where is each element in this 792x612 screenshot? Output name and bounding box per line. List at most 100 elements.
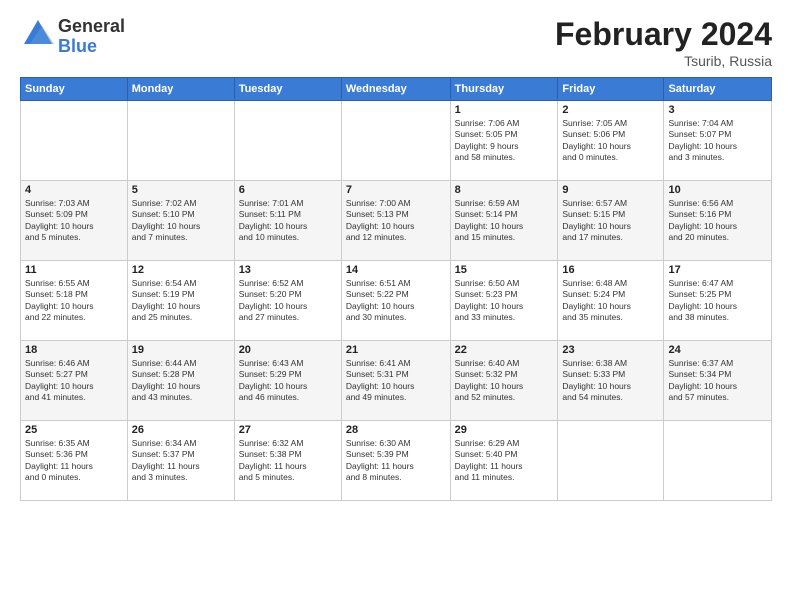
calendar-cell: 7 Sunrise: 7:00 AM Sunset: 5:13 PM Daylig… — [341, 181, 450, 261]
day-detail: Sunrise: 6:55 AM Sunset: 5:18 PM Dayligh… — [25, 278, 123, 324]
calendar-week-row: 1Sunrise: 7:06 AM Sunset: 5:05 PM Daylig… — [21, 101, 772, 181]
day-detail: Sunrise: 6:43 AM Sunset: 5:29 PM Dayligh… — [239, 358, 337, 404]
day-detail: Sunrise: 6:57 AM Sunset: 5:15 PM Dayligh… — [562, 198, 659, 244]
day-number: 6 — [239, 184, 337, 196]
title-location: Tsurib, Russia — [555, 53, 772, 69]
day-detail: Sunrise: 6:46 AM Sunset: 5:27 PM Dayligh… — [25, 358, 123, 404]
page: General Blue February 2024 Tsurib, Russi… — [0, 0, 792, 612]
day-number: 13 — [239, 264, 337, 276]
weekday-header: Monday — [127, 78, 234, 101]
calendar-cell: 2 Sunrise: 7:05 AM Sunset: 5:06 PM Daylig… — [558, 101, 664, 181]
calendar-cell — [341, 101, 450, 181]
day-detail: Sunrise: 6:52 AM Sunset: 5:20 PM Dayligh… — [239, 278, 337, 324]
header: General Blue February 2024 Tsurib, Russi… — [20, 16, 772, 69]
day-detail: Sunrise: 7:04 AM Sunset: 5:07 PM Dayligh… — [668, 118, 767, 164]
calendar-cell: 10Sunrise: 6:56 AM Sunset: 5:16 PM Dayli… — [664, 181, 772, 261]
weekday-header: Saturday — [664, 78, 772, 101]
day-number: 9 — [562, 184, 659, 196]
day-number: 26 — [132, 424, 230, 436]
day-number: 12 — [132, 264, 230, 276]
calendar: SundayMondayTuesdayWednesdayThursdayFrid… — [20, 77, 772, 501]
day-detail: Sunrise: 7:05 AM Sunset: 5:06 PM Dayligh… — [562, 118, 659, 164]
calendar-cell: 6 Sunrise: 7:01 AM Sunset: 5:11 PM Daylig… — [234, 181, 341, 261]
logo-icon — [20, 16, 56, 57]
day-detail: Sunrise: 7:02 AM Sunset: 5:10 PM Dayligh… — [132, 198, 230, 244]
day-number: 16 — [562, 264, 659, 276]
day-number: 2 — [562, 104, 659, 116]
title-section: February 2024 Tsurib, Russia — [555, 16, 772, 69]
day-number: 3 — [668, 104, 767, 116]
logo: General Blue — [20, 16, 125, 57]
calendar-cell — [234, 101, 341, 181]
day-number: 14 — [346, 264, 446, 276]
day-detail: Sunrise: 6:34 AM Sunset: 5:37 PM Dayligh… — [132, 438, 230, 484]
calendar-cell: 20 Sunrise: 6:43 AM Sunset: 5:29 PM Dayli… — [234, 341, 341, 421]
calendar-cell: 19Sunrise: 6:44 AM Sunset: 5:28 PM Dayli… — [127, 341, 234, 421]
day-number: 11 — [25, 264, 123, 276]
calendar-cell: 25 Sunrise: 6:35 AM Sunset: 5:36 PM Dayli… — [21, 421, 128, 501]
calendar-cell: 21Sunrise: 6:41 AM Sunset: 5:31 PM Dayli… — [341, 341, 450, 421]
calendar-cell: 12 Sunrise: 6:54 AM Sunset: 5:19 PM Dayli… — [127, 261, 234, 341]
calendar-cell: 11 Sunrise: 6:55 AM Sunset: 5:18 PM Dayli… — [21, 261, 128, 341]
day-detail: Sunrise: 6:29 AM Sunset: 5:40 PM Dayligh… — [455, 438, 554, 484]
day-detail: Sunrise: 6:32 AM Sunset: 5:38 PM Dayligh… — [239, 438, 337, 484]
day-detail: Sunrise: 6:51 AM Sunset: 5:22 PM Dayligh… — [346, 278, 446, 324]
calendar-week-row: 25 Sunrise: 6:35 AM Sunset: 5:36 PM Dayli… — [21, 421, 772, 501]
calendar-cell: 27Sunrise: 6:32 AM Sunset: 5:38 PM Dayli… — [234, 421, 341, 501]
calendar-cell: 4Sunrise: 7:03 AM Sunset: 5:09 PM Daylig… — [21, 181, 128, 261]
logo-general: General — [58, 17, 125, 37]
calendar-cell: 24 Sunrise: 6:37 AM Sunset: 5:34 PM Dayli… — [664, 341, 772, 421]
weekday-header: Wednesday — [341, 78, 450, 101]
day-detail: Sunrise: 6:56 AM Sunset: 5:16 PM Dayligh… — [668, 198, 767, 244]
calendar-cell: 3 Sunrise: 7:04 AM Sunset: 5:07 PM Daylig… — [664, 101, 772, 181]
day-number: 23 — [562, 344, 659, 356]
calendar-cell: 23 Sunrise: 6:38 AM Sunset: 5:33 PM Dayli… — [558, 341, 664, 421]
weekday-header: Tuesday — [234, 78, 341, 101]
day-number: 21 — [346, 344, 446, 356]
day-number: 4 — [25, 184, 123, 196]
day-detail: Sunrise: 6:47 AM Sunset: 5:25 PM Dayligh… — [668, 278, 767, 324]
day-detail: Sunrise: 6:35 AM Sunset: 5:36 PM Dayligh… — [25, 438, 123, 484]
day-detail: Sunrise: 6:59 AM Sunset: 5:14 PM Dayligh… — [455, 198, 554, 244]
calendar-cell: 16 Sunrise: 6:48 AM Sunset: 5:24 PM Dayli… — [558, 261, 664, 341]
calendar-cell — [664, 421, 772, 501]
calendar-cell: 1Sunrise: 7:06 AM Sunset: 5:05 PM Daylig… — [450, 101, 558, 181]
calendar-cell: 13 Sunrise: 6:52 AM Sunset: 5:20 PM Dayli… — [234, 261, 341, 341]
calendar-cell — [558, 421, 664, 501]
calendar-cell: 9 Sunrise: 6:57 AM Sunset: 5:15 PM Daylig… — [558, 181, 664, 261]
day-number: 7 — [346, 184, 446, 196]
logo-blue: Blue — [58, 37, 125, 57]
day-detail: Sunrise: 6:50 AM Sunset: 5:23 PM Dayligh… — [455, 278, 554, 324]
day-number: 17 — [668, 264, 767, 276]
calendar-week-row: 11 Sunrise: 6:55 AM Sunset: 5:18 PM Dayli… — [21, 261, 772, 341]
logo-text: General Blue — [58, 17, 125, 57]
day-number: 28 — [346, 424, 446, 436]
day-detail: Sunrise: 6:30 AM Sunset: 5:39 PM Dayligh… — [346, 438, 446, 484]
calendar-cell: 5 Sunrise: 7:02 AM Sunset: 5:10 PM Daylig… — [127, 181, 234, 261]
calendar-cell: 17 Sunrise: 6:47 AM Sunset: 5:25 PM Dayli… — [664, 261, 772, 341]
calendar-week-row: 18Sunrise: 6:46 AM Sunset: 5:27 PM Dayli… — [21, 341, 772, 421]
day-number: 19 — [132, 344, 230, 356]
calendar-cell: 29Sunrise: 6:29 AM Sunset: 5:40 PM Dayli… — [450, 421, 558, 501]
weekday-header-row: SundayMondayTuesdayWednesdayThursdayFrid… — [21, 78, 772, 101]
day-number: 5 — [132, 184, 230, 196]
weekday-header: Sunday — [21, 78, 128, 101]
calendar-week-row: 4Sunrise: 7:03 AM Sunset: 5:09 PM Daylig… — [21, 181, 772, 261]
day-detail: Sunrise: 7:00 AM Sunset: 5:13 PM Dayligh… — [346, 198, 446, 244]
calendar-cell: 26 Sunrise: 6:34 AM Sunset: 5:37 PM Dayli… — [127, 421, 234, 501]
day-detail: Sunrise: 6:38 AM Sunset: 5:33 PM Dayligh… — [562, 358, 659, 404]
day-detail: Sunrise: 7:06 AM Sunset: 5:05 PM Dayligh… — [455, 118, 554, 164]
day-detail: Sunrise: 6:48 AM Sunset: 5:24 PM Dayligh… — [562, 278, 659, 324]
calendar-cell: 28 Sunrise: 6:30 AM Sunset: 5:39 PM Dayli… — [341, 421, 450, 501]
day-detail: Sunrise: 7:01 AM Sunset: 5:11 PM Dayligh… — [239, 198, 337, 244]
day-number: 25 — [25, 424, 123, 436]
day-detail: Sunrise: 6:37 AM Sunset: 5:34 PM Dayligh… — [668, 358, 767, 404]
day-number: 15 — [455, 264, 554, 276]
day-number: 20 — [239, 344, 337, 356]
calendar-cell: 14 Sunrise: 6:51 AM Sunset: 5:22 PM Dayli… — [341, 261, 450, 341]
day-detail: Sunrise: 6:54 AM Sunset: 5:19 PM Dayligh… — [132, 278, 230, 324]
day-number: 24 — [668, 344, 767, 356]
weekday-header: Thursday — [450, 78, 558, 101]
calendar-cell: 15 Sunrise: 6:50 AM Sunset: 5:23 PM Dayli… — [450, 261, 558, 341]
day-number: 8 — [455, 184, 554, 196]
